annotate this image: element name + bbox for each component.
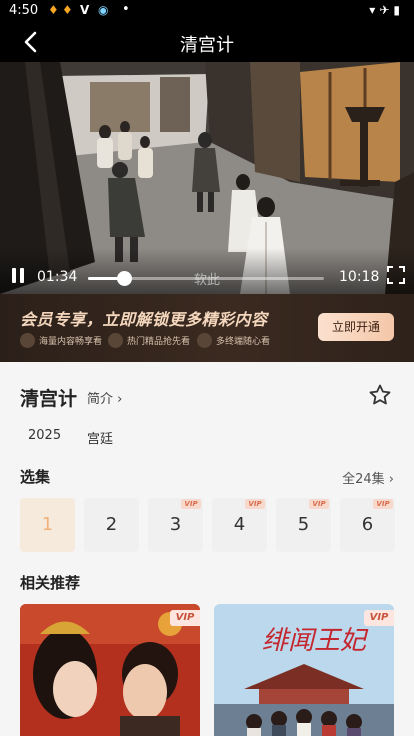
current-time: 01:34 [37, 269, 78, 285]
episodes-section-title: 选集 [20, 468, 51, 486]
status-bar: 4:50 ♦ ♦ V ◉ • ▾✈▮ [0, 0, 414, 22]
vip-perk: 热门精品抢先看 [108, 333, 191, 349]
play-icon [108, 333, 123, 348]
episode-number: 3 [169, 514, 182, 535]
episode-number: 2 [105, 514, 118, 535]
recommend-card[interactable]: 绯闻王妃 VIP [214, 604, 394, 736]
fullscreen-icon[interactable] [386, 265, 406, 285]
content-icon [20, 333, 35, 348]
recommend-card[interactable]: VIP [20, 604, 200, 736]
open-vip-button[interactable]: 立即开通 [318, 313, 394, 341]
episode-button[interactable]: 1 [20, 498, 75, 552]
status-right-icons: ▾✈▮ [369, 3, 404, 17]
episode-button[interactable]: 4 VIP [212, 498, 267, 552]
show-title: 清宫计 [20, 388, 78, 410]
episode-button[interactable]: 2 [84, 498, 139, 552]
all-episodes-link[interactable]: 全24集 › [342, 468, 394, 487]
recommend-section-title: 相关推荐 [20, 574, 81, 592]
page-title: 清宫计 [180, 35, 234, 56]
pause-icon[interactable] [10, 268, 26, 286]
vip-perk-label: 海量内容畅享看 [39, 337, 103, 347]
header: 清宫计 [0, 22, 414, 62]
episode-button[interactable]: 6 VIP [340, 498, 395, 552]
battery-icon: ▮ [393, 3, 404, 17]
status-time: 4:50 [9, 3, 39, 18]
year-tag: 2025 [28, 428, 62, 443]
all-episodes-label: 全24集 [342, 472, 385, 487]
vip-badge: VIP [364, 610, 394, 626]
progress-slider[interactable] [88, 271, 324, 286]
genre-tag: 宫廷 [87, 432, 114, 447]
vip-badge: VIP [245, 499, 265, 509]
detail-content: 清宫计 简介 › 2025 宫廷 选集 全24集 › 1 2 3 VIP 4 VIP… [0, 362, 414, 736]
notification-app-icon: ♦ [62, 3, 73, 17]
total-time: 10:18 [339, 269, 380, 285]
v-app-icon: V [80, 3, 90, 17]
episode-button[interactable]: 5 VIP [276, 498, 331, 552]
episode-number: 5 [297, 514, 310, 535]
intro-label: 简介 [87, 392, 114, 407]
video-player[interactable]: 01:34 软此 10:18 [0, 62, 414, 294]
vip-perk-label: 热门精品抢先看 [127, 337, 191, 347]
airplane-icon: ✈ [379, 3, 394, 17]
chevron-right-icon: › [117, 392, 123, 407]
vip-perk: 多终端随心看 [197, 333, 271, 349]
vip-perk: 海量内容畅享看 [20, 333, 103, 349]
vip-badge: VIP [170, 610, 200, 626]
progress-knob[interactable] [116, 271, 132, 286]
status-more-dot: • [122, 2, 130, 17]
intro-link[interactable]: 简介 › [87, 388, 122, 407]
vip-promo-banner[interactable]: 会员专享，立即解锁更多精彩内容 海量内容畅享看 热门精品抢先看 多终端随心看 立… [0, 294, 414, 362]
devices-icon [197, 333, 212, 348]
favorite-star-icon[interactable] [368, 383, 392, 407]
app-root: 4:50 ♦ ♦ V ◉ • ▾✈▮ 清宫计 01:34 软此 10:18 会员… [0, 0, 414, 736]
vip-headline: 会员专享，立即解锁更多精彩内容 [20, 310, 268, 329]
browser-app-icon: ◉ [98, 3, 109, 17]
poster-title-art: 绯闻王妃 [262, 626, 369, 656]
episode-number: 4 [233, 514, 246, 535]
player-controls: 01:34 软此 10:18 [0, 248, 414, 294]
episode-number: 6 [361, 514, 374, 535]
chevron-right-icon: › [388, 472, 394, 487]
vip-badge: VIP [181, 499, 201, 509]
top-bar: 4:50 ♦ ♦ V ◉ • ▾✈▮ 清宫计 [0, 0, 414, 62]
vip-badge: VIP [309, 499, 329, 509]
vip-badge: VIP [373, 499, 393, 509]
vip-perk-label: 多终端随心看 [216, 337, 271, 347]
episode-button[interactable]: 3 VIP [148, 498, 203, 552]
notification-app-icon: ♦ [48, 3, 59, 17]
episode-number: 1 [41, 514, 54, 535]
wifi-icon: ▾ [369, 3, 380, 17]
